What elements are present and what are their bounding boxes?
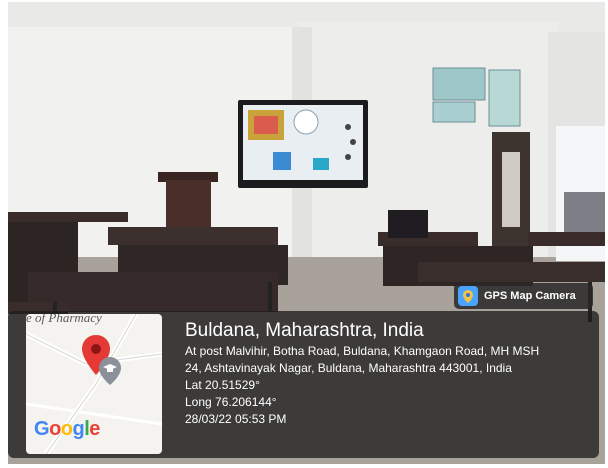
logo-letter: G bbox=[34, 418, 50, 440]
mini-map: e of Pharmacy Google bbox=[26, 314, 162, 454]
school-marker-icon bbox=[99, 357, 121, 385]
map-place-label: e of Pharmacy bbox=[26, 314, 102, 325]
address-line-1: At post Malvihir, Botha Road, Buldana, K… bbox=[185, 344, 540, 358]
location-overlay: e of Pharmacy Google Buldana, Maharashtr… bbox=[8, 311, 599, 458]
location-title: Buldana, Maharashtra, India bbox=[185, 320, 424, 341]
badge-label: GPS Map Camera bbox=[484, 290, 576, 302]
gps-map-camera-badge: GPS Map Camera bbox=[454, 283, 593, 309]
google-logo: Google bbox=[34, 418, 100, 441]
logo-letter: e bbox=[89, 418, 100, 440]
camera-pin-icon bbox=[458, 286, 478, 306]
logo-letter: g bbox=[72, 418, 85, 440]
latitude: Lat 20.51529° bbox=[185, 378, 260, 392]
datetime: 28/03/22 05:53 PM bbox=[185, 412, 287, 426]
location-info: Buldana, Maharashtra, India At post Malv… bbox=[185, 319, 585, 428]
address-line-2: 24, Ashtavinayak Nagar, Buldana, Maharas… bbox=[185, 361, 512, 375]
logo-letter: o bbox=[49, 418, 61, 440]
logo-letter: o bbox=[60, 418, 73, 440]
longitude: Long 76.206144° bbox=[185, 395, 277, 409]
